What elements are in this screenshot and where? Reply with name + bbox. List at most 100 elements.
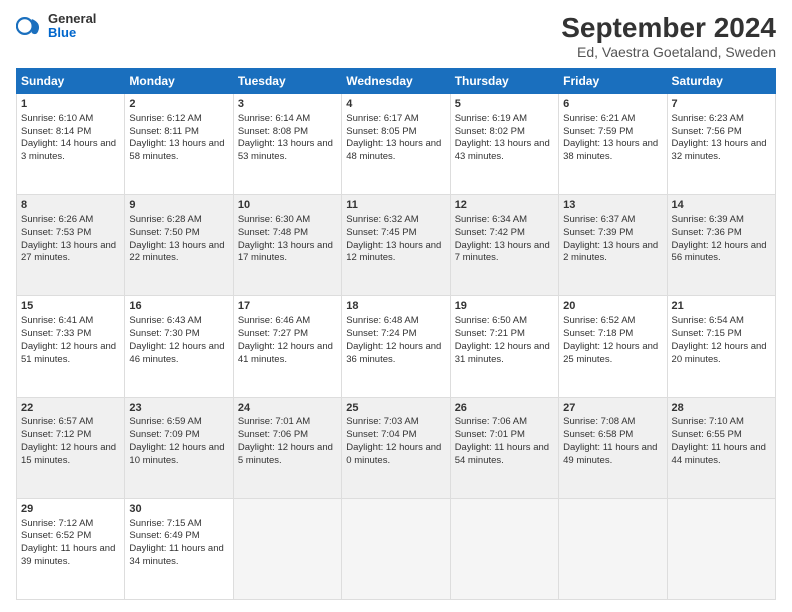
sunset-text: Sunset: 7:15 PM — [672, 328, 742, 339]
calendar-week-row: 22Sunrise: 6:57 AMSunset: 7:12 PMDayligh… — [17, 397, 776, 498]
logo: General Blue — [16, 12, 96, 41]
daylight-text: Daylight: 12 hours and 0 minutes. — [346, 442, 441, 466]
day-number: 30 — [129, 502, 228, 517]
table-row: 11Sunrise: 6:32 AMSunset: 7:45 PMDayligh… — [342, 195, 450, 296]
sunrise-text: Sunrise: 7:06 AM — [455, 416, 527, 427]
table-row: 24Sunrise: 7:01 AMSunset: 7:06 PMDayligh… — [233, 397, 341, 498]
daylight-text: Daylight: 12 hours and 25 minutes. — [563, 341, 658, 365]
sunrise-text: Sunrise: 7:03 AM — [346, 416, 418, 427]
table-row: 13Sunrise: 6:37 AMSunset: 7:39 PMDayligh… — [559, 195, 667, 296]
daylight-text: Daylight: 13 hours and 43 minutes. — [455, 138, 550, 162]
calendar-week-row: 29Sunrise: 7:12 AMSunset: 6:52 PMDayligh… — [17, 498, 776, 599]
daylight-text: Daylight: 13 hours and 53 minutes. — [238, 138, 333, 162]
col-sunday: Sunday — [17, 69, 125, 94]
table-row: 16Sunrise: 6:43 AMSunset: 7:30 PMDayligh… — [125, 296, 233, 397]
sunrise-text: Sunrise: 6:21 AM — [563, 113, 635, 124]
daylight-text: Daylight: 12 hours and 20 minutes. — [672, 341, 767, 365]
table-row: 9Sunrise: 6:28 AMSunset: 7:50 PMDaylight… — [125, 195, 233, 296]
daylight-text: Daylight: 13 hours and 22 minutes. — [129, 240, 224, 264]
day-number: 11 — [346, 198, 445, 213]
sunset-text: Sunset: 8:08 PM — [238, 126, 308, 137]
sunset-text: Sunset: 8:14 PM — [21, 126, 91, 137]
day-number: 2 — [129, 97, 228, 112]
day-number: 26 — [455, 401, 554, 416]
sunrise-text: Sunrise: 6:39 AM — [672, 214, 744, 225]
table-row — [233, 498, 341, 599]
day-number: 7 — [672, 97, 771, 112]
sunset-text: Sunset: 7:42 PM — [455, 227, 525, 238]
daylight-text: Daylight: 13 hours and 7 minutes. — [455, 240, 550, 264]
sunrise-text: Sunrise: 6:14 AM — [238, 113, 310, 124]
sunset-text: Sunset: 6:55 PM — [672, 429, 742, 440]
sunrise-text: Sunrise: 7:10 AM — [672, 416, 744, 427]
sunrise-text: Sunrise: 6:50 AM — [455, 315, 527, 326]
calendar-table: Sunday Monday Tuesday Wednesday Thursday… — [16, 68, 776, 600]
table-row: 30Sunrise: 7:15 AMSunset: 6:49 PMDayligh… — [125, 498, 233, 599]
sunset-text: Sunset: 7:24 PM — [346, 328, 416, 339]
calendar-week-row: 15Sunrise: 6:41 AMSunset: 7:33 PMDayligh… — [17, 296, 776, 397]
calendar-subtitle: Ed, Vaestra Goetaland, Sweden — [561, 44, 776, 60]
daylight-text: Daylight: 12 hours and 31 minutes. — [455, 341, 550, 365]
daylight-text: Daylight: 12 hours and 10 minutes. — [129, 442, 224, 466]
table-row: 20Sunrise: 6:52 AMSunset: 7:18 PMDayligh… — [559, 296, 667, 397]
sunset-text: Sunset: 7:30 PM — [129, 328, 199, 339]
daylight-text: Daylight: 12 hours and 56 minutes. — [672, 240, 767, 264]
sunset-text: Sunset: 7:33 PM — [21, 328, 91, 339]
daylight-text: Daylight: 12 hours and 51 minutes. — [21, 341, 116, 365]
table-row — [559, 498, 667, 599]
sunset-text: Sunset: 7:36 PM — [672, 227, 742, 238]
table-row: 5Sunrise: 6:19 AMSunset: 8:02 PMDaylight… — [450, 94, 558, 195]
sunrise-text: Sunrise: 6:12 AM — [129, 113, 201, 124]
sunset-text: Sunset: 7:21 PM — [455, 328, 525, 339]
sunset-text: Sunset: 8:05 PM — [346, 126, 416, 137]
sunset-text: Sunset: 6:58 PM — [563, 429, 633, 440]
daylight-text: Daylight: 13 hours and 2 minutes. — [563, 240, 658, 264]
sunset-text: Sunset: 7:01 PM — [455, 429, 525, 440]
sunrise-text: Sunrise: 6:10 AM — [21, 113, 93, 124]
table-row — [342, 498, 450, 599]
col-wednesday: Wednesday — [342, 69, 450, 94]
sunset-text: Sunset: 6:52 PM — [21, 530, 91, 541]
table-row: 29Sunrise: 7:12 AMSunset: 6:52 PMDayligh… — [17, 498, 125, 599]
sunrise-text: Sunrise: 6:46 AM — [238, 315, 310, 326]
sunrise-text: Sunrise: 6:32 AM — [346, 214, 418, 225]
day-number: 3 — [238, 97, 337, 112]
day-number: 9 — [129, 198, 228, 213]
sunrise-text: Sunrise: 6:19 AM — [455, 113, 527, 124]
daylight-text: Daylight: 11 hours and 49 minutes. — [563, 442, 657, 466]
sunrise-text: Sunrise: 6:57 AM — [21, 416, 93, 427]
sunrise-text: Sunrise: 7:12 AM — [21, 518, 93, 529]
table-row: 21Sunrise: 6:54 AMSunset: 7:15 PMDayligh… — [667, 296, 775, 397]
day-number: 14 — [672, 198, 771, 213]
table-row: 7Sunrise: 6:23 AMSunset: 7:56 PMDaylight… — [667, 94, 775, 195]
daylight-text: Daylight: 13 hours and 32 minutes. — [672, 138, 767, 162]
sunset-text: Sunset: 7:39 PM — [563, 227, 633, 238]
day-number: 13 — [563, 198, 662, 213]
sunrise-text: Sunrise: 6:52 AM — [563, 315, 635, 326]
table-row: 10Sunrise: 6:30 AMSunset: 7:48 PMDayligh… — [233, 195, 341, 296]
day-number: 19 — [455, 299, 554, 314]
sunrise-text: Sunrise: 7:01 AM — [238, 416, 310, 427]
col-friday: Friday — [559, 69, 667, 94]
table-row: 25Sunrise: 7:03 AMSunset: 7:04 PMDayligh… — [342, 397, 450, 498]
daylight-text: Daylight: 14 hours and 3 minutes. — [21, 138, 116, 162]
sunset-text: Sunset: 7:27 PM — [238, 328, 308, 339]
sunrise-text: Sunrise: 6:23 AM — [672, 113, 744, 124]
daylight-text: Daylight: 13 hours and 12 minutes. — [346, 240, 441, 264]
col-thursday: Thursday — [450, 69, 558, 94]
table-row: 2Sunrise: 6:12 AMSunset: 8:11 PMDaylight… — [125, 94, 233, 195]
daylight-text: Daylight: 12 hours and 15 minutes. — [21, 442, 116, 466]
sunset-text: Sunset: 7:06 PM — [238, 429, 308, 440]
daylight-text: Daylight: 12 hours and 46 minutes. — [129, 341, 224, 365]
day-number: 6 — [563, 97, 662, 112]
col-tuesday: Tuesday — [233, 69, 341, 94]
sunrise-text: Sunrise: 6:34 AM — [455, 214, 527, 225]
table-row — [667, 498, 775, 599]
sunrise-text: Sunrise: 6:48 AM — [346, 315, 418, 326]
sunrise-text: Sunrise: 6:43 AM — [129, 315, 201, 326]
day-number: 8 — [21, 198, 120, 213]
table-row: 12Sunrise: 6:34 AMSunset: 7:42 PMDayligh… — [450, 195, 558, 296]
daylight-text: Daylight: 12 hours and 36 minutes. — [346, 341, 441, 365]
logo-line1: General — [48, 12, 96, 26]
sunrise-text: Sunrise: 6:26 AM — [21, 214, 93, 225]
